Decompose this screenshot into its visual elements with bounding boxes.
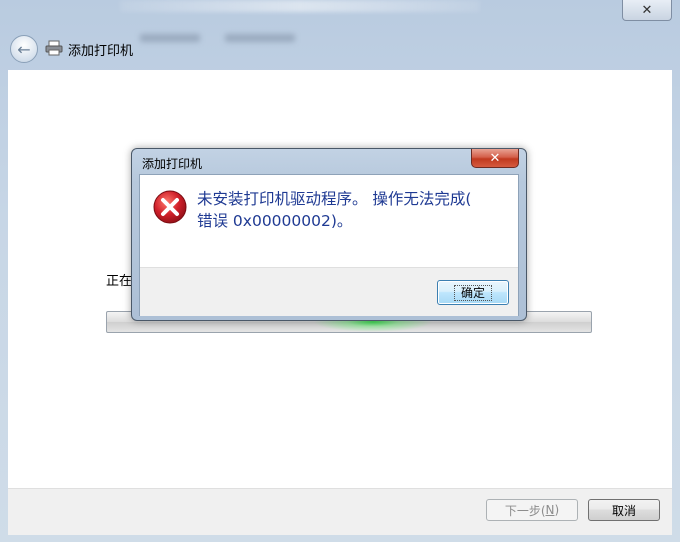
cancel-button-label: 取消 bbox=[611, 503, 636, 518]
dialog-footer: 确定 bbox=[140, 267, 518, 316]
blurred-background-menu bbox=[130, 30, 550, 46]
error-message-line1: 未安装打印机驱动程序。 操作无法完成( bbox=[197, 190, 472, 208]
dialog-body: 未安装打印机驱动程序。 操作无法完成( 错误 0x00000002)。 确定 bbox=[139, 174, 519, 316]
back-arrow-icon: ← bbox=[17, 39, 31, 59]
printer-icon bbox=[45, 40, 63, 56]
error-icon bbox=[153, 190, 187, 224]
close-icon: ✕ bbox=[489, 150, 501, 166]
next-button-suffix: ) bbox=[554, 503, 560, 517]
status-label: 正在 bbox=[106, 274, 133, 289]
error-dialog: 添加打印机 ✕ 未安装打印机驱动程序。 操作无法完成( 错误 0x0000000… bbox=[131, 148, 527, 321]
error-message: 未安装打印机驱动程序。 操作无法完成( 错误 0x00000002)。 bbox=[197, 188, 515, 232]
blurred-background-title bbox=[120, 0, 480, 12]
dialog-close-button[interactable]: ✕ bbox=[471, 149, 519, 168]
dialog-title: 添加打印机 bbox=[142, 157, 203, 171]
ok-button[interactable]: 确定 bbox=[437, 280, 509, 305]
wizard-footer: 下一步(N) 取消 bbox=[8, 488, 672, 535]
navigation-bar: ← 添加打印机 bbox=[0, 28, 680, 96]
error-message-line2: 错误 0x00000002)。 bbox=[197, 212, 353, 230]
next-button-label: 下一步( bbox=[504, 503, 546, 518]
next-button-accesskey: N bbox=[545, 503, 555, 517]
window-close-button[interactable]: ✕ bbox=[622, 0, 672, 21]
close-icon: ✕ bbox=[641, 2, 653, 18]
cancel-button[interactable]: 取消 bbox=[588, 499, 660, 521]
back-button[interactable]: ← bbox=[10, 35, 38, 63]
next-button[interactable]: 下一步(N) bbox=[486, 499, 578, 521]
ok-button-label: 确定 bbox=[453, 284, 492, 301]
wizard-title: 添加打印机 bbox=[68, 44, 134, 59]
